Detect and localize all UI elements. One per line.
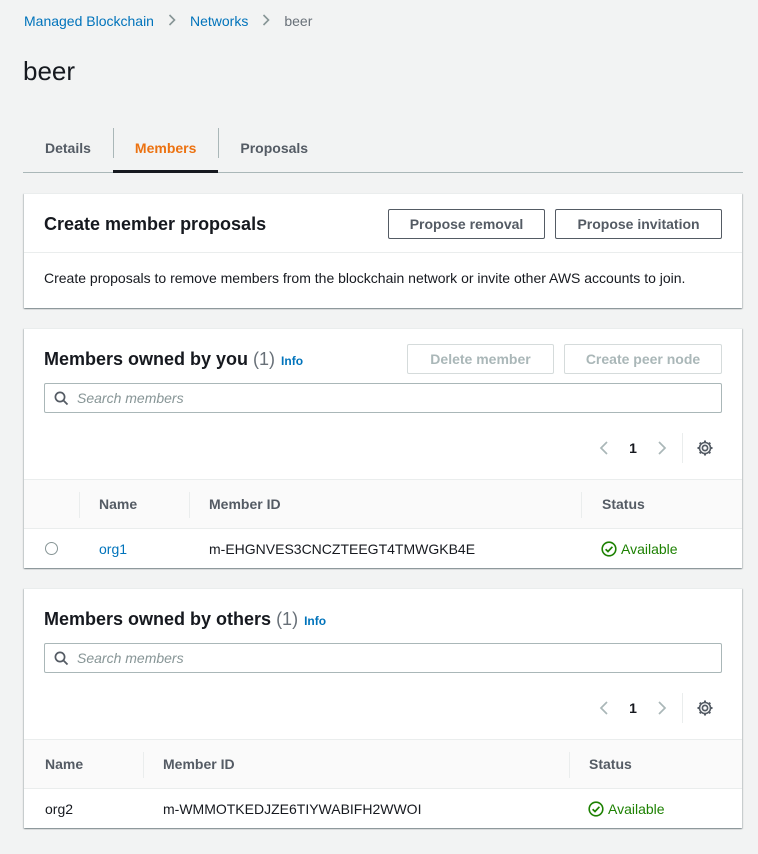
pager-divider xyxy=(682,433,683,463)
panel-title: Create member proposals xyxy=(44,214,267,234)
search-input[interactable] xyxy=(77,644,707,672)
tab-bar: Details Members Proposals xyxy=(23,124,743,173)
breadcrumb: Managed Blockchain Networks beer xyxy=(24,13,312,29)
tab-proposals[interactable]: Proposals xyxy=(218,124,330,172)
status-text: Available xyxy=(608,801,665,817)
chevron-left-icon[interactable] xyxy=(594,438,614,458)
status-badge: Available xyxy=(601,529,678,569)
table-header: Name Member ID Status xyxy=(24,739,742,789)
check-circle-icon xyxy=(601,541,617,557)
pagination: 1 xyxy=(594,693,715,723)
table-row[interactable]: org1 m-EHGNVES3CNCZTEEGT4TMWGKB4E Availa… xyxy=(24,529,742,569)
info-link[interactable]: Info xyxy=(281,354,303,368)
delete-member-button[interactable]: Delete member xyxy=(407,344,554,374)
panel-title: Members owned by you xyxy=(44,349,249,369)
column-divider xyxy=(79,492,80,518)
create-member-proposals-panel: Create member proposals Propose removal … xyxy=(24,193,742,308)
column-header-name[interactable]: Name xyxy=(45,740,83,788)
search-icon xyxy=(54,391,69,409)
member-name: org2 xyxy=(45,801,74,817)
column-divider xyxy=(569,752,570,778)
breadcrumb-networks[interactable]: Networks xyxy=(190,13,248,29)
panel-title: Members owned by others xyxy=(44,609,272,629)
breadcrumb-current: beer xyxy=(284,13,313,29)
table-header: Name Member ID Status xyxy=(24,479,742,529)
status-badge: Available xyxy=(588,789,665,829)
status-text: Available xyxy=(621,541,678,557)
check-circle-icon xyxy=(588,801,604,817)
column-divider xyxy=(189,492,190,518)
member-id: m-WMMOTKEDJZE6TIYWABIFH2WWOI xyxy=(163,801,422,817)
propose-removal-button[interactable]: Propose removal xyxy=(388,209,545,239)
gear-icon[interactable] xyxy=(695,438,715,458)
panel-header: Members owned by others (1) Info xyxy=(44,609,326,630)
search-members-field[interactable] xyxy=(44,383,722,413)
member-count: (1) xyxy=(253,349,276,369)
column-header-name[interactable]: Name xyxy=(99,480,137,528)
info-link[interactable]: Info xyxy=(304,614,326,628)
chevron-right-icon xyxy=(262,13,270,29)
search-input[interactable] xyxy=(77,384,707,412)
panel-description: Create proposals to remove members from … xyxy=(44,270,686,286)
members-owned-by-others-panel: Members owned by others (1) Info 1 Name … xyxy=(24,588,742,828)
members-owned-by-you-panel: Members owned by you (1) Info Delete mem… xyxy=(24,328,742,568)
panel-header: Members owned by you (1) Info xyxy=(44,349,303,370)
chevron-right-icon[interactable] xyxy=(652,698,672,718)
page-number[interactable]: 1 xyxy=(622,700,644,716)
breadcrumb-managed-blockchain[interactable]: Managed Blockchain xyxy=(24,13,154,29)
page-title: beer xyxy=(23,56,76,86)
column-header-member-id[interactable]: Member ID xyxy=(209,480,281,528)
member-name-link[interactable]: org1 xyxy=(99,529,127,569)
row-select-radio[interactable] xyxy=(45,542,58,555)
column-header-member-id[interactable]: Member ID xyxy=(163,740,235,788)
column-header-status[interactable]: Status xyxy=(602,480,645,528)
search-icon xyxy=(54,651,69,669)
chevron-left-icon[interactable] xyxy=(594,698,614,718)
column-divider xyxy=(581,492,582,518)
column-divider xyxy=(143,752,144,778)
search-members-field[interactable] xyxy=(44,643,722,673)
chevron-right-icon xyxy=(168,13,176,29)
table-row: org2 m-WMMOTKEDJZE6TIYWABIFH2WWOI Availa… xyxy=(24,789,742,829)
tab-members[interactable]: Members xyxy=(112,124,219,173)
member-count: (1) xyxy=(276,609,299,629)
tab-details[interactable]: Details xyxy=(23,124,113,172)
chevron-right-icon[interactable] xyxy=(652,438,672,458)
pager-divider xyxy=(682,693,683,723)
panel-divider xyxy=(24,252,742,253)
column-header-status[interactable]: Status xyxy=(589,740,632,788)
page-number[interactable]: 1 xyxy=(622,440,644,456)
pagination: 1 xyxy=(594,433,715,463)
member-id: m-EHGNVES3CNCZTEEGT4TMWGKB4E xyxy=(209,541,476,557)
gear-icon[interactable] xyxy=(695,698,715,718)
create-peer-node-button[interactable]: Create peer node xyxy=(564,344,722,374)
propose-invitation-button[interactable]: Propose invitation xyxy=(555,209,722,239)
